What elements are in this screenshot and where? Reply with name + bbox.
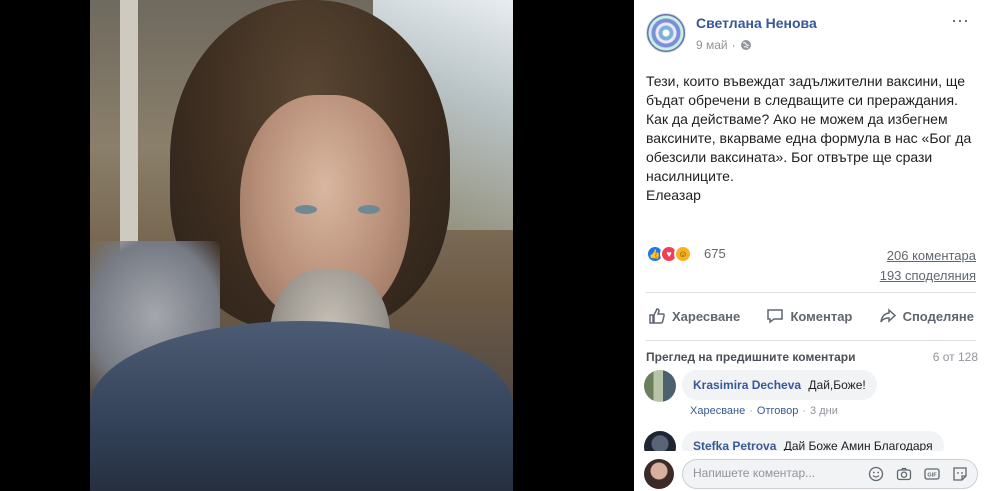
comment-actions: Харесване · Отговор · 3 дни: [690, 405, 838, 417]
view-previous-comments-link[interactable]: Преглед на предишните коментари: [646, 350, 856, 364]
divider: [646, 292, 976, 293]
globe-icon[interactable]: [740, 39, 752, 51]
comment-reply-link[interactable]: Отговор: [757, 405, 798, 417]
comments-count-link[interactable]: 206 коментара: [887, 248, 976, 263]
meta-separator: ·: [731, 38, 736, 52]
post-text-line: бъдат обречени в следващите си прераждан…: [646, 92, 958, 108]
post-text-line: Как да действаме? Ако не можем да избегн…: [646, 111, 948, 127]
post-text-line: обезсили ваксината». Бог отвътре ще сраз…: [646, 149, 933, 165]
like-button[interactable]: Харесване: [646, 303, 742, 329]
comment-button-label: Коментар: [790, 308, 853, 324]
comment-like-link[interactable]: Харесване: [690, 405, 745, 417]
composer-icons: GIF: [867, 465, 969, 483]
reactions-row: 👍 ♥ ☺ 675 206 коментара 193 споделяния: [646, 244, 976, 288]
gif-icon[interactable]: GIF: [923, 465, 941, 483]
post-date[interactable]: 9 май: [696, 38, 728, 52]
comment-icon: [767, 309, 784, 324]
divider: [646, 340, 976, 341]
post-header: Светлана Ненова 9 май · ⋯: [634, 0, 984, 64]
emoji-icon[interactable]: [867, 465, 885, 483]
sticker-icon[interactable]: [951, 465, 969, 483]
post-text-line: Тези, които въвеждат задължителни ваксин…: [646, 73, 966, 89]
post-text-line: ваксините, вкарваме една формула в нас «…: [646, 130, 972, 146]
commenter-avatar[interactable]: [644, 370, 676, 402]
comments-counter: 6 от 128: [932, 350, 978, 364]
more-options-icon[interactable]: ⋯: [950, 12, 970, 34]
share-button-label: Споделяне: [902, 308, 974, 324]
photo-sweater: [90, 321, 513, 491]
commenter-name[interactable]: Krasimira Decheva: [693, 378, 801, 392]
camera-icon[interactable]: [895, 465, 913, 483]
post-actions: Харесване Коментар Споделяне: [646, 298, 976, 334]
comment-dot: ·: [749, 405, 753, 417]
post-signature: Елеазар: [646, 187, 701, 203]
shares-count-link[interactable]: 193 споделяния: [880, 268, 976, 283]
post-meta: 9 май ·: [696, 38, 752, 52]
share-icon: [879, 308, 896, 323]
post-text: Тези, които въвеждат задължителни ваксин…: [646, 72, 978, 205]
comment-input[interactable]: [693, 466, 858, 480]
author-name[interactable]: Светлана Ненова: [696, 15, 817, 31]
photo-eye-left: [295, 205, 317, 214]
reaction-icons[interactable]: 👍 ♥ ☺: [646, 245, 692, 263]
photo-viewer: [0, 0, 634, 491]
current-user-avatar[interactable]: [644, 459, 674, 489]
comment-bubble: Krasimira Decheva Дай,Боже!: [682, 370, 877, 400]
comment-input-wrapper[interactable]: GIF: [682, 459, 978, 489]
comment-dot: ·: [802, 405, 807, 417]
share-button[interactable]: Споделяне: [877, 303, 976, 329]
svg-text:GIF: GIF: [927, 472, 937, 478]
photo-eye-right: [358, 205, 380, 214]
reactions-count[interactable]: 675: [704, 246, 726, 261]
author-avatar[interactable]: [646, 13, 686, 53]
post-panel: Светлана Ненова 9 май · ⋯ Тези, които въ…: [634, 0, 984, 491]
post-text-line: насилниците.: [646, 168, 734, 184]
post-photo[interactable]: [90, 0, 513, 491]
like-button-label: Харесване: [672, 308, 741, 324]
thumbs-up-icon: [649, 308, 665, 324]
comment-button[interactable]: Коментар: [764, 303, 854, 329]
comment-composer: GIF: [634, 451, 984, 491]
haha-icon: ☺: [674, 245, 692, 263]
comment-text: Дай,Боже!: [808, 378, 866, 392]
comment-time[interactable]: 3 дни: [810, 405, 838, 417]
